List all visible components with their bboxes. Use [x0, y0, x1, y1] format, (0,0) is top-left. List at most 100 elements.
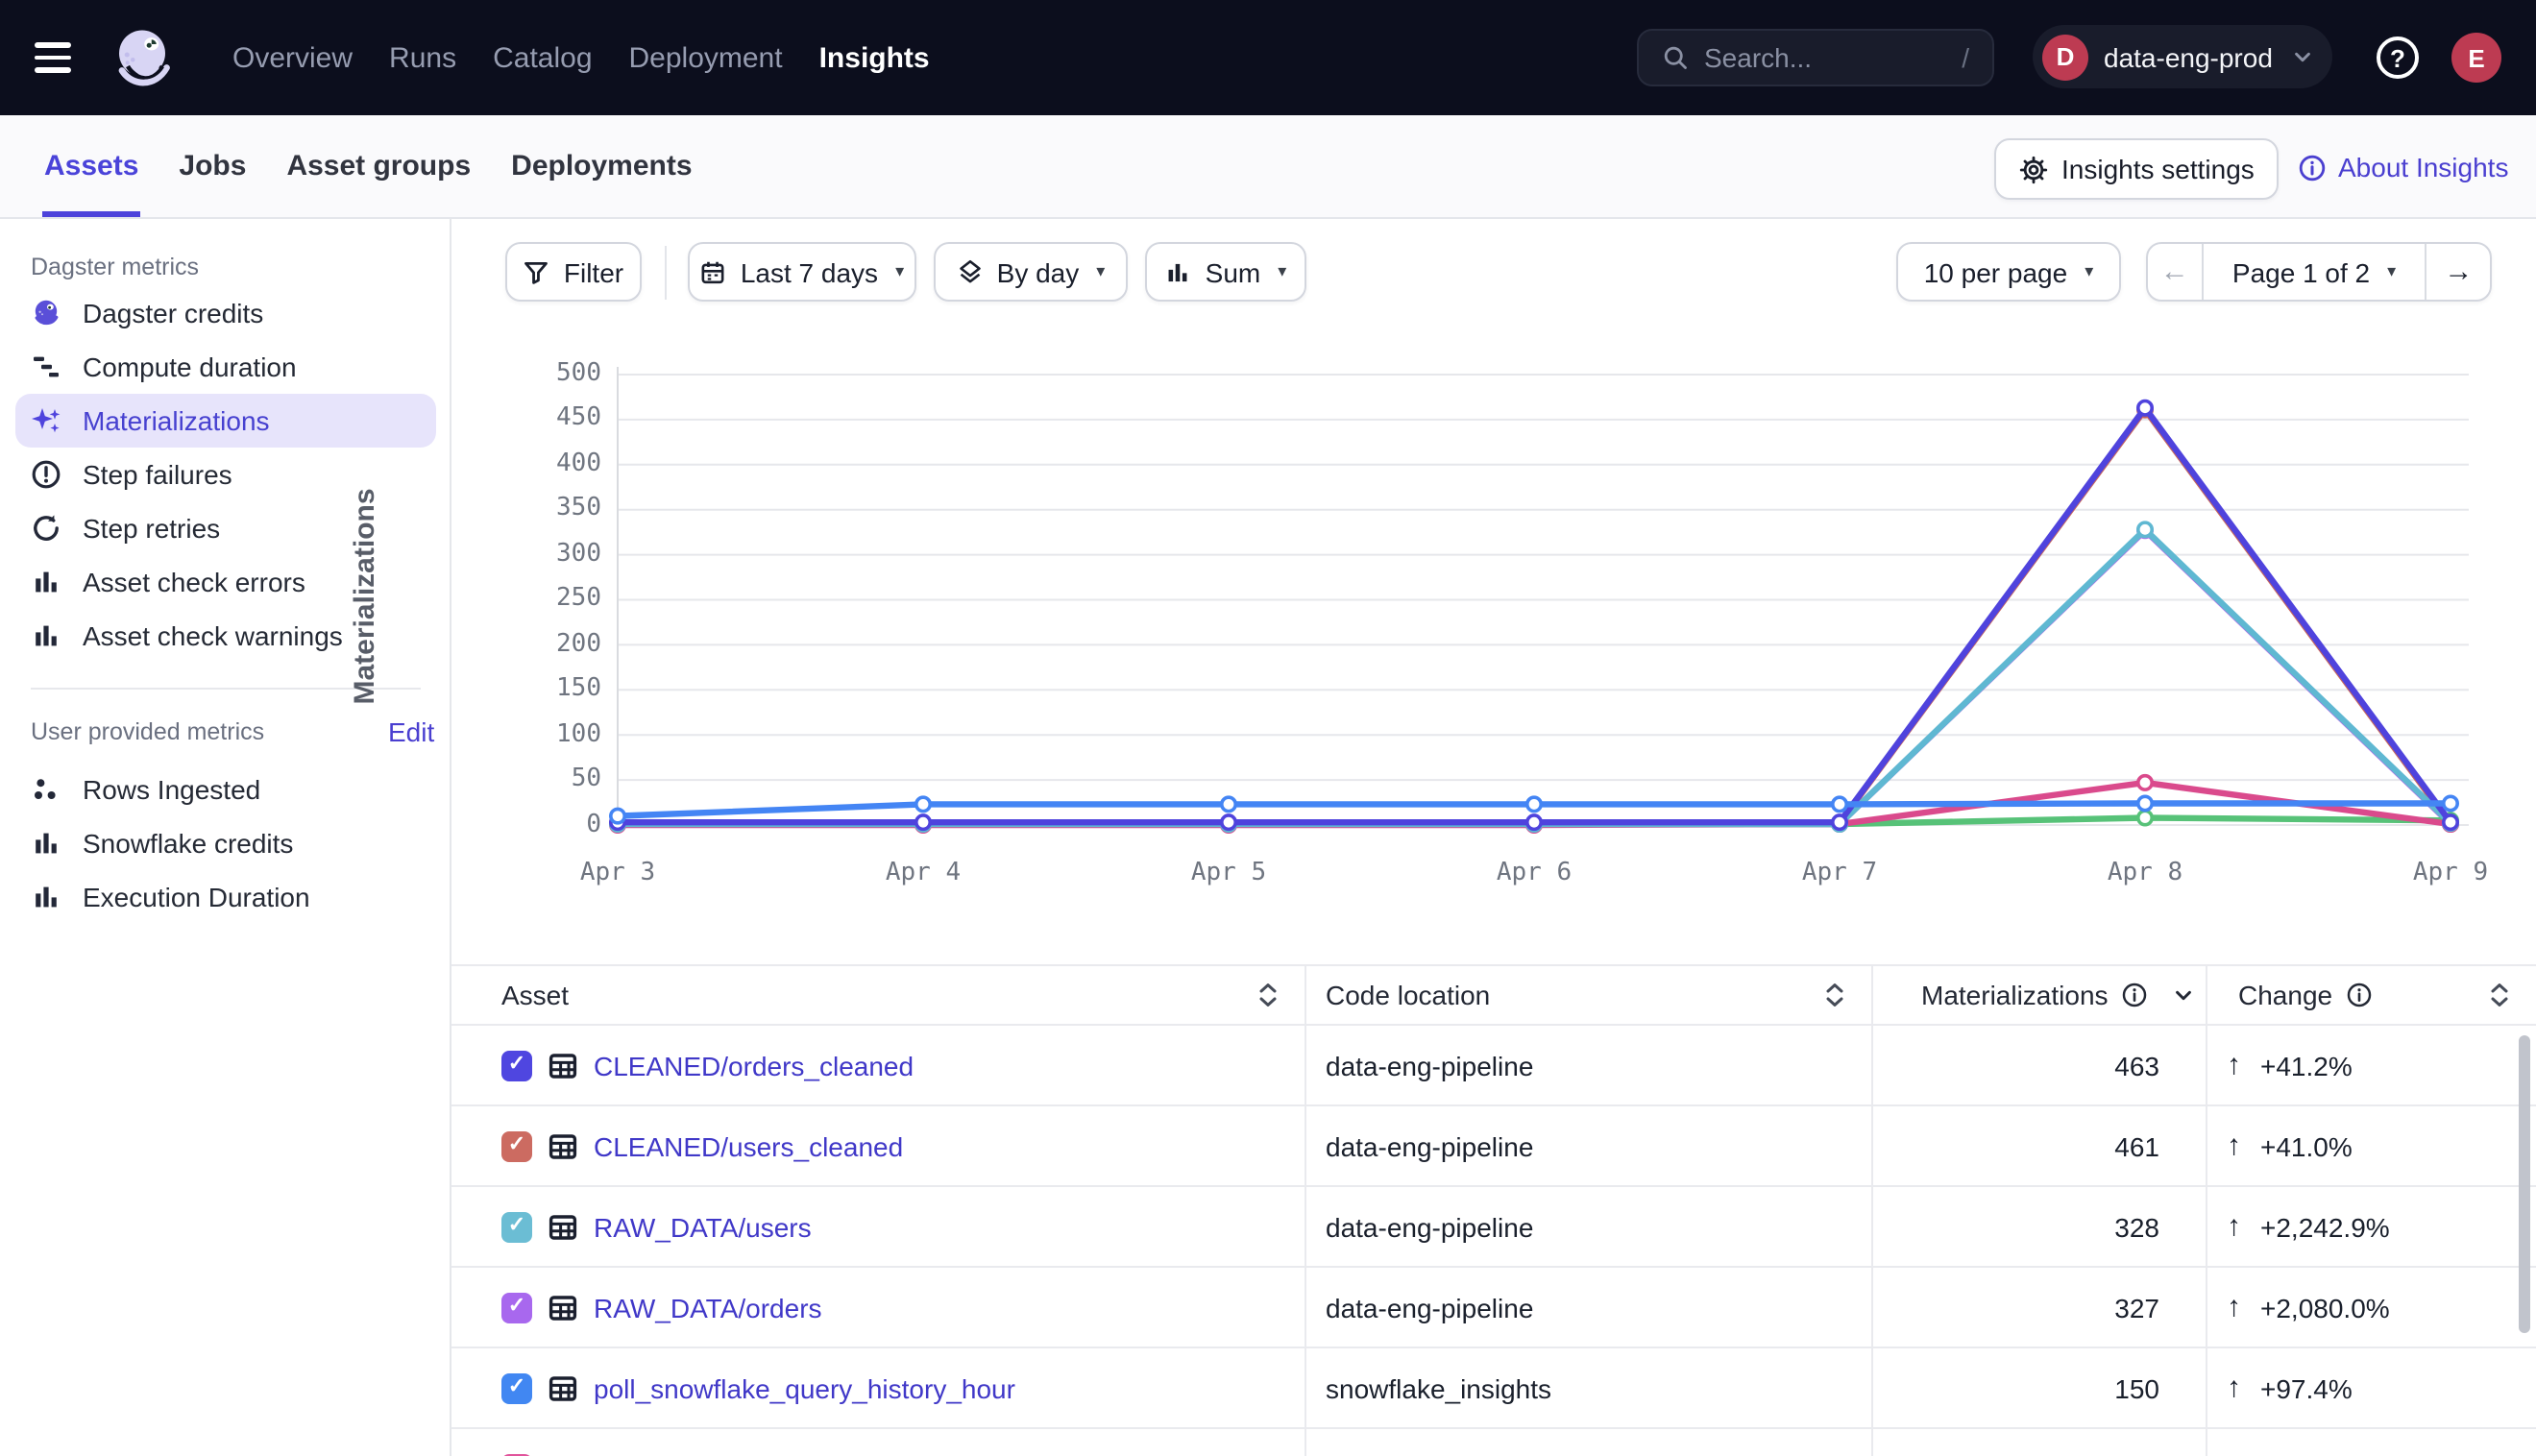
nav-overview[interactable]: Overview [229, 34, 356, 82]
arrow-up-icon: ↑ [2227, 1371, 2241, 1404]
nav-catalog[interactable]: Catalog [489, 34, 596, 82]
help-icon[interactable]: ? [2377, 36, 2419, 79]
table-asset-icon [548, 1372, 578, 1403]
deployment-name: data-eng-prod [2104, 41, 2277, 72]
sidebar-item-label: Materializations [83, 405, 270, 436]
table-row: ✓ RAW_DATA/users data-eng-pipeline 328 ↑… [451, 1185, 2536, 1266]
row-checkbox[interactable]: ✓ [501, 1292, 532, 1323]
row-checkbox[interactable]: ✓ [501, 1050, 532, 1080]
dagster-logo[interactable] [108, 23, 177, 92]
tab-jobs[interactable]: Jobs [177, 115, 248, 217]
table-asset-icon [548, 1050, 578, 1080]
row-checkbox[interactable]: ✓ [501, 1211, 532, 1242]
column-header-materializations[interactable]: Materializations [1873, 966, 2207, 1024]
check-icon: ✓ [508, 1216, 525, 1237]
asset-link[interactable]: CLEANED/users_cleaned [594, 1130, 903, 1161]
steps-icon [31, 352, 61, 382]
sidebar-section-title: Dagster metrics [31, 254, 199, 280]
arrow-up-icon: ↑ [2227, 1452, 2241, 1456]
per-page-dropdown[interactable]: 10 per page ▾ [1896, 242, 2121, 302]
sort-icon[interactable] [1825, 980, 1844, 1010]
change-value: +2,080.0% [2260, 1292, 2390, 1323]
sidebar-item-rows-ingested[interactable]: Rows Ingested [15, 763, 436, 816]
row-checkbox[interactable]: ✓ [501, 1130, 532, 1161]
sidebar-item-execution-duration[interactable]: Execution Duration [15, 870, 436, 924]
about-insights-label: About Insights [2338, 152, 2508, 182]
tab-deployments[interactable]: Deployments [509, 115, 694, 217]
prev-page-button[interactable]: ← [2148, 244, 2201, 300]
alert-circle-icon [31, 459, 61, 490]
sidebar-item-materializations[interactable]: Materializations [15, 394, 436, 448]
column-label: Code location [1326, 980, 1490, 1010]
arrow-left-icon: ← [2160, 255, 2189, 288]
change-value: +41.0% [2260, 1130, 2353, 1161]
check-icon: ✓ [508, 1135, 525, 1156]
sidebar-item-snowflake-credits[interactable]: Snowflake credits [15, 816, 436, 870]
refresh-icon [31, 513, 61, 544]
date-range-dropdown[interactable]: Last 7 days ▾ [688, 242, 916, 302]
nav-runs[interactable]: Runs [385, 34, 460, 82]
aggregate-dropdown[interactable]: Sum ▾ [1145, 242, 1306, 302]
user-avatar[interactable]: E [2451, 33, 2501, 83]
top-navigation-bar: Overview Runs Catalog Deployment Insight… [0, 0, 2536, 115]
nav-deployment[interactable]: Deployment [625, 34, 787, 82]
table-scrollbar[interactable] [2519, 1035, 2530, 1333]
sidebar-item-label: Snowflake credits [83, 828, 293, 859]
group-by-label: By day [997, 256, 1080, 287]
tab-assets[interactable]: Assets [42, 115, 140, 217]
page-label: Page 1 of 2 [2232, 256, 2370, 287]
deployment-switcher[interactable]: D data-eng-prod [2033, 25, 2332, 88]
column-header-code-location[interactable]: Code location [1306, 966, 1873, 1024]
sort-icon[interactable] [2490, 980, 2509, 1010]
sidebar-item-dagster-credits[interactable]: Dagster credits [15, 286, 436, 340]
hamburger-menu-icon[interactable] [35, 42, 71, 81]
chevron-down-icon [2292, 46, 2313, 67]
table-row: ✓ RAW_DATA/orders data-eng-pipeline 327 … [451, 1266, 2536, 1347]
arrow-right-icon: → [2444, 255, 2473, 288]
tab-asset-groups[interactable]: Asset groups [284, 115, 473, 217]
column-header-change[interactable]: Change [2207, 966, 2536, 1024]
sidebar-item-label: Rows Ingested [83, 774, 260, 805]
edit-metrics-link[interactable]: Edit [388, 716, 434, 747]
code-location: data-eng-pipeline [1326, 1130, 1533, 1161]
group-by-dropdown[interactable]: By day ▾ [934, 242, 1128, 302]
bar-chart-icon [31, 567, 61, 597]
sort-icon[interactable] [1258, 980, 1278, 1010]
dots-icon [31, 774, 61, 805]
about-insights-link[interactable]: About Insights [2298, 138, 2508, 196]
row-checkbox[interactable]: ✓ [501, 1372, 532, 1403]
asset-link[interactable]: RAW_DATA/orders [594, 1292, 822, 1323]
nav-insights[interactable]: Insights [816, 34, 934, 82]
page-select-dropdown[interactable]: Page 1 of 2 ▾ [2201, 244, 2425, 300]
filter-label: Filter [564, 256, 623, 287]
column-label: Materializations [1921, 980, 2109, 1010]
check-icon: ✓ [508, 1297, 525, 1318]
primary-nav: Overview Runs Catalog Deployment Insight… [229, 0, 934, 115]
sidebar-item-label: Compute duration [83, 352, 297, 382]
sidebar-item-compute-duration[interactable]: Compute duration [15, 340, 436, 394]
materializations-line-chart[interactable] [576, 365, 2488, 874]
sidebar-item-label: Dagster credits [83, 298, 263, 328]
search-input[interactable]: Search... / [1637, 29, 1994, 86]
asset-link[interactable]: RAW_DATA/users [594, 1211, 812, 1242]
info-icon[interactable] [2346, 982, 2373, 1008]
table-row: ✓ CLEANED/orders_cleaned data-eng-pipeli… [451, 1024, 2536, 1104]
info-icon[interactable] [2122, 982, 2149, 1008]
next-page-button[interactable]: → [2426, 244, 2490, 300]
octopus-icon [31, 298, 61, 328]
metrics-sidebar: Dagster metrics Dagster credits Compute … [0, 219, 451, 1456]
sparkles-icon [31, 405, 61, 436]
layers-icon [957, 258, 984, 285]
search-shortcut-hint: / [1962, 42, 1969, 73]
assets-table: Asset Code location Materializations [451, 964, 2536, 1456]
change-value: +97.4% [2260, 1372, 2353, 1403]
filter-button[interactable]: Filter [505, 242, 642, 302]
column-header-asset[interactable]: Asset [451, 966, 1306, 1024]
asset-link[interactable]: poll_snowflake_query_history_hour [594, 1372, 1015, 1403]
materializations-value: 150 [2114, 1372, 2159, 1403]
chevron-down-icon[interactable] [2174, 984, 2195, 1006]
insights-settings-button[interactable]: Insights settings [1994, 138, 2280, 200]
arrow-up-icon: ↑ [2227, 1291, 2241, 1323]
asset-link[interactable]: CLEANED/orders_cleaned [594, 1050, 914, 1080]
insights-settings-label: Insights settings [2061, 154, 2255, 184]
